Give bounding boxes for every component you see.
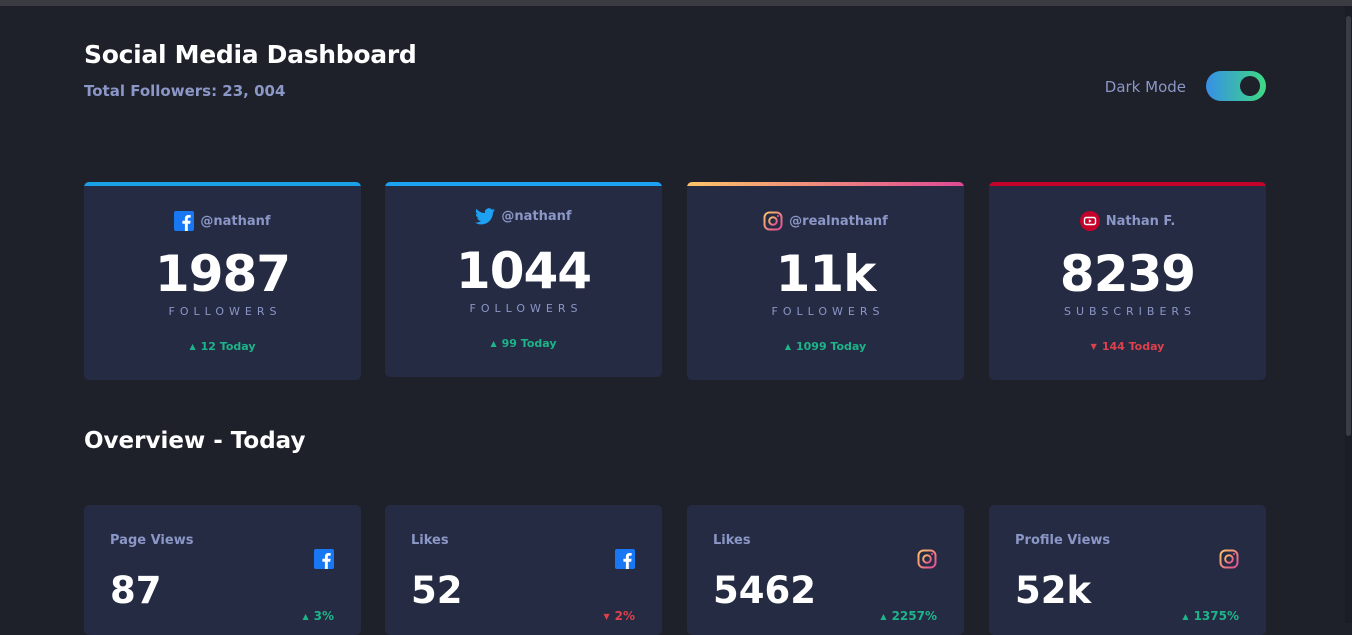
toggle-knob	[1240, 76, 1260, 96]
overview-card-profile-views[interactable]: Profile Views 52k ▲ 1375%	[989, 505, 1266, 635]
card-unit: FOLLOWERS	[168, 305, 282, 318]
overview-label: Likes	[713, 533, 751, 548]
card-handle-text: @nathanf	[200, 213, 271, 229]
arrow-down-icon: ▼	[1090, 342, 1097, 351]
overview-percent: ▲ 1375%	[1182, 609, 1239, 623]
card-delta-text: 144 Today	[1101, 340, 1165, 353]
overview-card-page-views[interactable]: Page Views 87 ▲ 3%	[84, 505, 361, 635]
followers-card-instagram[interactable]: @realnathanf 11k FOLLOWERS ▲ 1099 Today	[687, 182, 964, 380]
card-delta-text: 99 Today	[501, 337, 557, 350]
page-title: Social Media Dashboard	[84, 40, 417, 69]
card-accent-bar	[385, 182, 662, 186]
card-delta-text: 1099 Today	[795, 340, 867, 353]
card-unit: FOLLOWERS	[469, 302, 583, 315]
card-delta: ▼ 144 Today	[989, 340, 1266, 353]
followers-card-facebook[interactable]: @nathanf 1987 FOLLOWERS ▲ 12 Today	[84, 182, 361, 380]
overview-label: Profile Views	[1015, 533, 1111, 548]
overview-title: Overview - Today	[84, 428, 306, 454]
overview-label: Likes	[411, 533, 449, 548]
card-delta-text: 12 Today	[200, 340, 256, 353]
overview-value: 52k	[1015, 569, 1092, 612]
overview-value: 87	[110, 569, 162, 612]
card-handle-text: Nathan F.	[1105, 213, 1176, 229]
dark-mode-label: Dark Mode	[1104, 78, 1186, 96]
card-delta: ▲ 99 Today	[385, 337, 662, 350]
overview-percent: ▲ 2257%	[880, 609, 937, 623]
overview-percent-text: 2%	[614, 609, 635, 623]
card-handle: @realnathanf	[687, 211, 964, 231]
facebook-icon	[174, 211, 195, 231]
arrow-up-icon: ▲	[880, 611, 887, 621]
overview-percent: ▼ 2%	[603, 609, 635, 623]
card-handle: @nathanf	[84, 211, 361, 231]
dashboard-header: Social Media Dashboard Total Followers: …	[84, 40, 1266, 110]
instagram-icon	[1219, 549, 1239, 569]
youtube-icon	[1079, 211, 1100, 231]
overview-card-likes-facebook[interactable]: Likes 52 ▼ 2%	[385, 505, 662, 635]
facebook-icon	[314, 549, 334, 569]
followers-card-youtube[interactable]: Nathan F. 8239 SUBSCRIBERS ▼ 144 Today	[989, 182, 1266, 380]
card-delta: ▲ 12 Today	[84, 340, 361, 353]
instagram-icon	[763, 211, 783, 231]
card-count: 8239	[1059, 245, 1196, 303]
followers-card-twitter[interactable]: @nathanf 1044 FOLLOWERS ▲ 99 Today	[385, 182, 662, 377]
overview-label: Page Views	[110, 533, 194, 548]
card-accent-bar	[687, 182, 964, 186]
arrow-up-icon: ▲	[302, 611, 309, 621]
arrow-up-icon: ▲	[490, 339, 497, 348]
arrow-up-icon: ▲	[784, 342, 791, 351]
window-top-strip	[0, 0, 1352, 6]
card-count: 11k	[775, 245, 877, 303]
card-delta: ▲ 1099 Today	[687, 340, 964, 353]
overview-percent-text: 3%	[313, 609, 334, 623]
card-count: 1044	[455, 242, 592, 300]
card-accent-bar	[84, 182, 361, 186]
card-unit: SUBSCRIBERS	[1063, 305, 1197, 318]
overview-card-likes-instagram[interactable]: Likes 5462 ▲ 2257%	[687, 505, 964, 635]
total-followers: Total Followers: 23, 004	[84, 82, 286, 100]
arrow-down-icon: ▼	[603, 611, 610, 621]
overview-percent: ▲ 3%	[302, 609, 334, 623]
facebook-icon	[615, 549, 635, 569]
arrow-up-icon: ▲	[1182, 611, 1189, 621]
card-handle-text: @realnathanf	[789, 213, 888, 229]
overview-value: 5462	[713, 569, 816, 612]
dark-mode-toggle[interactable]	[1206, 71, 1266, 101]
card-handle: @nathanf	[385, 208, 662, 225]
overview-percent-text: 1375%	[1193, 609, 1239, 623]
card-count: 1987	[154, 245, 291, 303]
instagram-icon	[917, 549, 937, 569]
twitter-icon	[475, 208, 496, 225]
overview-percent-text: 2257%	[891, 609, 937, 623]
overview-value: 52	[411, 569, 463, 612]
card-unit: FOLLOWERS	[771, 305, 885, 318]
card-accent-bar	[989, 182, 1266, 186]
arrow-up-icon: ▲	[189, 342, 196, 351]
scrollbar-thumb[interactable]	[1346, 16, 1351, 436]
card-handle: Nathan F.	[989, 211, 1266, 231]
card-handle-text: @nathanf	[501, 209, 572, 224]
page-scrollbar[interactable]	[1345, 6, 1352, 623]
